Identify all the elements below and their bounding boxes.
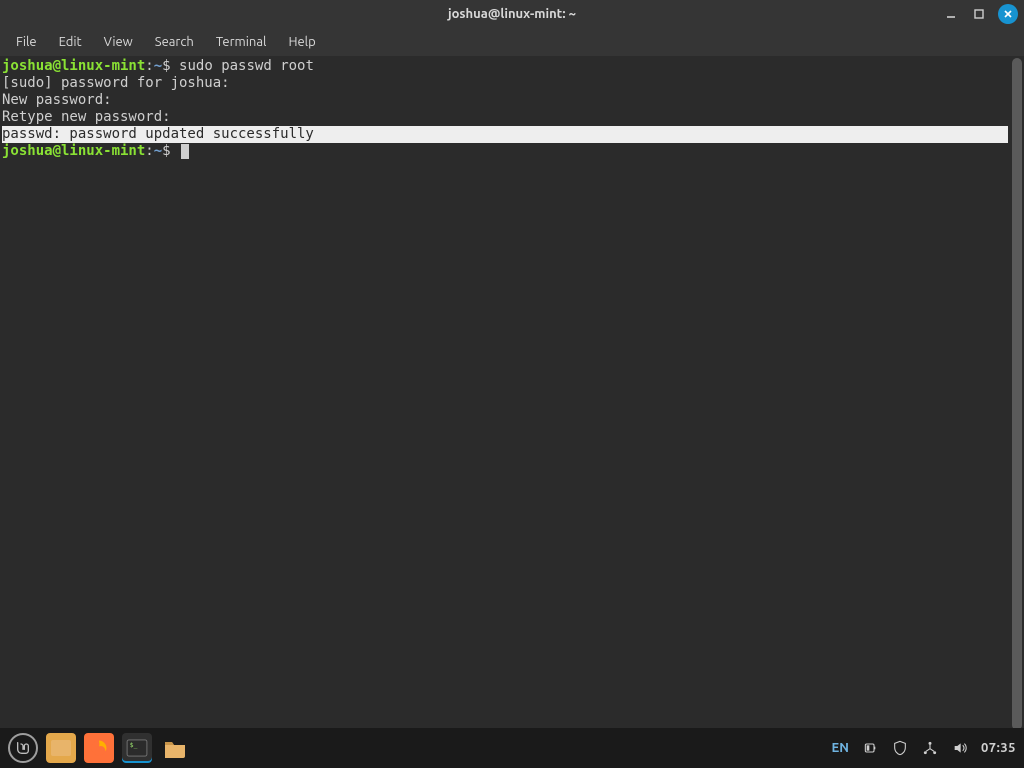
firefox-icon — [89, 738, 109, 758]
folder-icon — [163, 738, 187, 758]
menu-search[interactable]: Search — [145, 31, 204, 53]
scrollbar-thumb[interactable] — [1012, 58, 1022, 730]
prompt-path: ~ — [154, 58, 162, 74]
minimize-button[interactable] — [942, 5, 960, 23]
menu-terminal[interactable]: Terminal — [206, 31, 277, 53]
menu-help[interactable]: Help — [278, 31, 325, 53]
terminal-line: [sudo] password for joshua: — [2, 75, 1010, 92]
menu-view[interactable]: View — [94, 31, 143, 53]
battery-icon — [862, 740, 878, 756]
prompt-symbol: $ — [162, 143, 170, 159]
shield-icon — [892, 740, 908, 756]
terminal-command: sudo passwd root — [179, 58, 314, 74]
tray-volume-icon[interactable] — [951, 739, 969, 757]
taskbar-show-desktop[interactable] — [46, 733, 76, 763]
taskbar-files[interactable] — [160, 733, 190, 763]
menu-file[interactable]: File — [6, 31, 47, 53]
menu-edit[interactable]: Edit — [49, 31, 92, 53]
taskbar-terminal[interactable]: $_ — [122, 733, 152, 763]
clock[interactable]: 07:35 — [981, 741, 1016, 755]
terminal-icon: $_ — [126, 739, 148, 757]
menubar: File Edit View Search Terminal Help — [0, 28, 1024, 56]
prompt-user-host: joshua@linux-mint — [2, 143, 145, 159]
terminal-window: joshua@linux-mint: ~ File Edit View Sear… — [0, 0, 1024, 728]
close-button[interactable] — [998, 4, 1018, 24]
network-icon — [922, 740, 938, 756]
linux-mint-logo-icon — [15, 740, 31, 756]
prompt-path: ~ — [154, 143, 162, 159]
cursor-icon — [181, 144, 189, 159]
window-title: joshua@linux-mint: ~ — [448, 7, 576, 21]
desktop-icon — [51, 740, 71, 756]
titlebar[interactable]: joshua@linux-mint: ~ — [0, 0, 1024, 28]
terminal-output[interactable]: joshua@linux-mint:~$ sudo passwd root[su… — [0, 56, 1010, 728]
taskbar-firefox[interactable] — [84, 733, 114, 763]
tray-power-icon[interactable] — [861, 739, 879, 757]
start-menu-button[interactable] — [8, 733, 38, 763]
prompt-user-host: joshua@linux-mint — [2, 58, 145, 74]
terminal-line: Retype new password: — [2, 109, 1010, 126]
prompt-symbol: $ — [162, 58, 170, 74]
keyboard-layout-indicator[interactable]: EN — [832, 741, 849, 755]
scrollbar[interactable] — [1010, 56, 1024, 728]
volume-icon — [952, 740, 968, 756]
taskbar: $_ EN 07:35 — [0, 728, 1024, 768]
tray-network-icon[interactable] — [921, 739, 939, 757]
maximize-button[interactable] — [970, 5, 988, 23]
tray-shield-icon[interactable] — [891, 739, 909, 757]
terminal-line-highlighted: passwd: password updated successfully — [2, 126, 1008, 143]
terminal-line: New password: — [2, 92, 1010, 109]
svg-text:$_: $_ — [130, 742, 138, 749]
